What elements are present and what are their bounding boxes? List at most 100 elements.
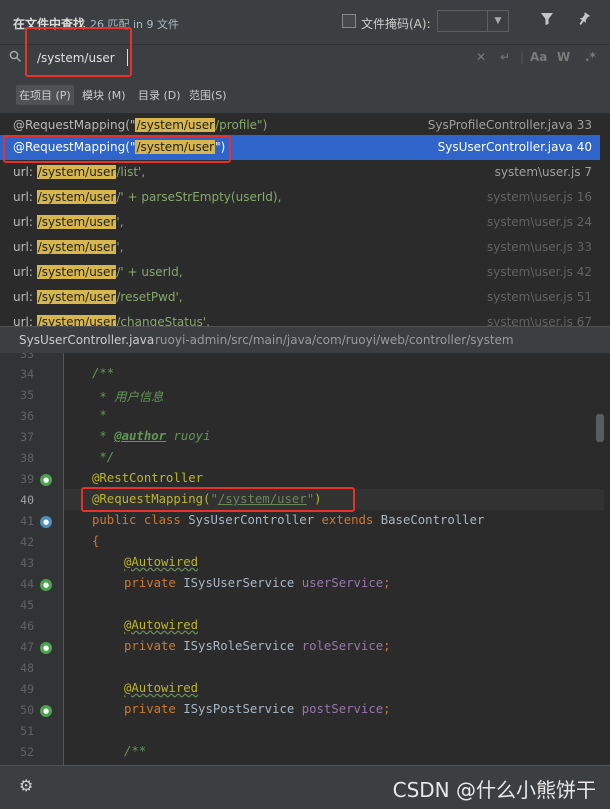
preview-file-path: ruoyi-admin/src/main/java/com/ruoyi/web/… [155,333,514,347]
result-location: system\user.js 42 [486,265,592,279]
code-line-35: * 用户信息 [92,390,164,404]
result-location: system\user.js 16 [486,190,592,204]
result-row[interactable]: url: /system/user/changeStatus', system\… [0,310,600,326]
result-row[interactable]: url: /system/user/resetPwd', system\user… [0,285,600,310]
result-text: @RequestMapping("/system/user/profile") [13,118,268,132]
match-case-icon[interactable]: Aa [530,50,547,64]
line-number: 45 [20,598,34,612]
bottom-toolbar: ⚙ CSDN @什么小熊饼干 [0,765,610,809]
line-number: 33 [20,353,34,361]
code-line-52: /** [124,744,147,758]
result-location: SysUserController.java 40 [437,140,592,154]
code-preview[interactable]: 33 34 35 36 37 38 39 40 41 42 43 44 45 4… [0,353,610,765]
code-line-38: */ [92,450,115,464]
code-line-46: @Autowired [124,618,199,632]
result-location: system\user.js 67 [486,315,592,326]
code-line-36: * [92,408,107,422]
code-line-43: @Autowired [124,555,199,569]
filter-icon[interactable] [540,12,554,30]
new-line-icon[interactable]: ↵ [500,50,510,64]
autowired-icon[interactable]: ● [40,642,52,654]
line-number: 38 [20,451,34,465]
line-number: 48 [20,661,34,675]
result-text: url: /system/user', [13,240,124,254]
search-input[interactable]: /system/user [37,51,115,65]
code-line-44: private ISysUserService userService; [124,576,391,590]
line-number: 50 [20,703,34,717]
result-row[interactable]: url: /system/user', system\user.js 24 [0,210,600,235]
result-location: system\user.js 7 [494,165,592,179]
result-location: SysProfileController.java 33 [427,118,592,132]
autowired-icon[interactable]: ● [40,705,52,717]
text-caret [127,49,128,66]
result-row[interactable]: url: /system/user', system\user.js 33 [0,235,600,260]
code-line-39: @RestController [92,471,204,485]
results-list: @RequestMapping("/system/user/profile") … [0,113,610,326]
line-number: 39 [20,472,34,486]
result-text: url: /system/user/' + parseStrEmpty(user… [13,190,282,204]
pin-icon[interactable] [577,12,591,30]
clear-icon[interactable]: ✕ [476,50,486,64]
regex-icon[interactable]: .* [585,50,596,64]
code-line-41: public class SysUserController extends B… [92,513,485,527]
line-number: 41 [20,514,34,528]
whole-word-icon[interactable]: W [557,50,570,64]
spring-bean-icon[interactable]: ● [40,474,52,486]
result-text: url: /system/user/' + userId, [13,265,183,279]
code-line-49: @Autowired [124,681,199,695]
divider: | [520,50,525,64]
search-field[interactable]: /system/user ✕ ↵ | Aa W .* [0,44,610,74]
find-header: 在文件中查找 26 匹配 in 9 文件 文件掩码(A): ▼ [0,0,610,44]
line-number: 46 [20,619,34,633]
result-location: system\user.js 24 [486,215,592,229]
file-mask-combo[interactable]: ▼ [437,10,509,32]
line-number: 42 [20,535,34,549]
file-mask-checkbox[interactable] [342,14,356,28]
result-location: system\user.js 33 [486,240,592,254]
autowired-icon[interactable]: ● [40,579,52,591]
line-number: 47 [20,640,34,654]
result-row[interactable]: url: /system/user/' + userId, system\use… [0,260,600,285]
editor-scrollbar-thumb[interactable] [596,414,604,442]
scope-tabs: 在项目 (P) 模块 (M) 目录 (D) 范围(S) [0,73,610,113]
code-line-37: * @author ruoyi [92,429,211,443]
dialog-title: 在文件中查找 [13,17,86,31]
tab-in-project[interactable]: 在项目 (P) [16,85,74,105]
result-text: url: /system/user/list', [13,165,146,179]
line-number: 51 [20,724,34,738]
line-number: 52 [20,745,34,759]
preview-file-name: SysUserController.java [19,333,155,347]
line-number: 40 [20,493,34,507]
result-text: url: /system/user/changeStatus', [13,315,210,326]
line-number: 43 [20,556,34,570]
tab-module[interactable]: 模块 (M) [79,85,129,105]
tab-directory[interactable]: 目录 (D) [135,85,184,105]
line-number: 44 [20,577,34,591]
gutter-divider [63,353,64,765]
tab-scope[interactable]: 范围(S) [186,85,230,105]
result-row[interactable]: url: /system/user/' + parseStrEmpty(user… [0,185,600,210]
line-number: 34 [20,367,34,381]
results-scrollbar[interactable] [602,113,608,326]
match-count: 26 匹配 in 9 文件 [90,18,180,31]
result-row-selected[interactable]: @RequestMapping("/system/user") SysUserC… [0,135,600,160]
code-line-34: /** [92,366,115,380]
line-number: 49 [20,682,34,696]
code-line-47: private ISysRoleService roleService; [124,639,391,653]
line-number: 35 [20,388,34,402]
result-text: url: /system/user/resetPwd', [13,290,183,304]
result-location: system\user.js 51 [486,290,592,304]
line-number: 36 [20,409,34,423]
spring-class-icon[interactable]: ● [40,516,52,528]
chevron-down-icon[interactable]: ▼ [487,11,508,31]
line-number: 37 [20,430,34,444]
code-line-40: @RequestMapping("/system/user") [92,492,322,506]
result-text: url: /system/user', [13,215,124,229]
code-line-50: private ISysPostService postService; [124,702,391,716]
gear-icon[interactable]: ⚙ [19,776,33,795]
preview-path-bar: SysUserController.java ruoyi-admin/src/m… [0,326,610,354]
result-text: @RequestMapping("/system/user") [13,140,226,154]
result-row[interactable]: url: /system/user/list', system\user.js … [0,160,600,185]
search-icon [9,50,22,66]
watermark: CSDN @什么小熊饼干 [392,778,596,802]
